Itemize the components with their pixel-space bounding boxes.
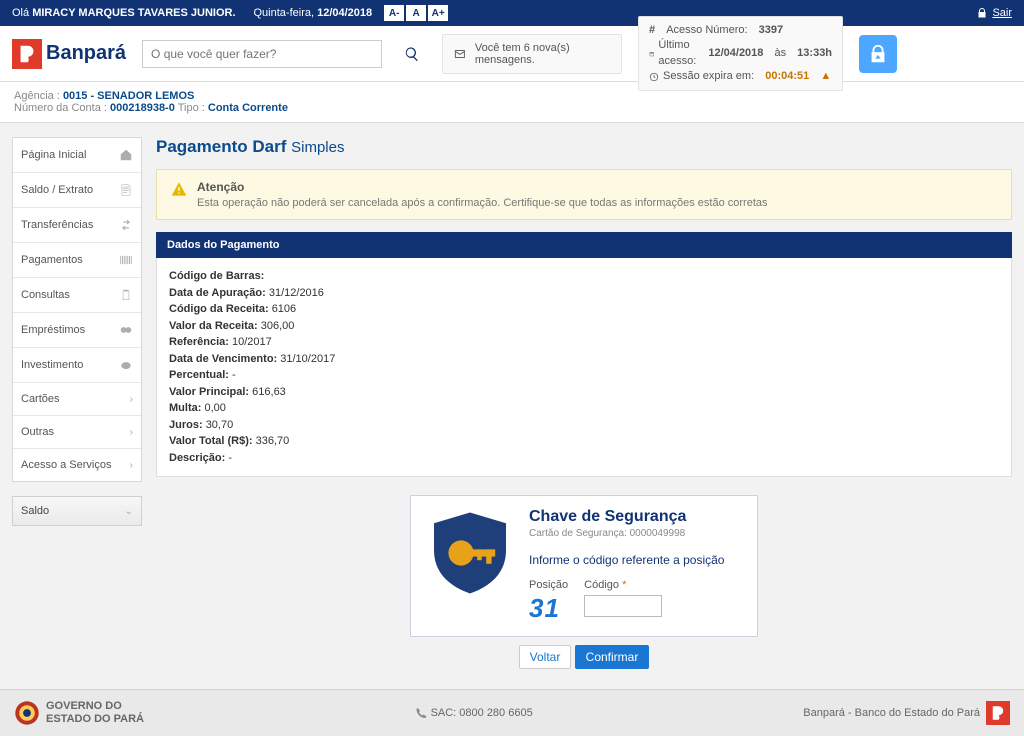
messages-text: Você tem 6 nova(s) mensagens. [475, 42, 611, 66]
session-countdown: 00:04:51 [765, 69, 809, 84]
search-button[interactable] [398, 40, 426, 68]
menu-queries[interactable]: Consultas [13, 278, 141, 313]
envelope-icon [453, 48, 467, 60]
menu-balance[interactable]: Saldo / Extrato [13, 173, 141, 208]
menu-services[interactable]: Acesso a Serviços› [13, 449, 141, 481]
search-input[interactable] [143, 47, 381, 61]
sidebar: Página Inicial Saldo / Extrato Transferê… [12, 137, 142, 526]
agency-value: 0015 - SENADOR LEMOS [63, 90, 194, 102]
topbar: Olá MIRACY MARQUES TAVARES JUNIOR. Quint… [0, 0, 1024, 26]
saldo-widget[interactable]: Saldo ⌄ [12, 496, 142, 526]
sac-phone: SAC: 0800 280 6605 [415, 707, 533, 719]
position-number: 31 [529, 593, 568, 624]
menu-other[interactable]: Outras› [13, 416, 141, 449]
chevron-right-icon: › [130, 394, 133, 405]
main-menu: Página Inicial Saldo / Extrato Transferê… [12, 137, 142, 482]
font-larger-button[interactable]: A+ [428, 5, 448, 21]
chevron-down-icon: ⌄ [125, 506, 133, 517]
security-key-card: Chave de Segurança Cartão de Segurança: … [410, 495, 758, 637]
security-prompt: Informe o código referente a posição [529, 553, 743, 567]
payment-panel-body: Código de Barras: Data de Apuração: 31/1… [156, 258, 1012, 477]
chevron-right-icon: › [130, 427, 133, 438]
state-seal-icon [14, 700, 40, 726]
footer: GOVERNO DO ESTADO DO PARÁ SAC: 0800 280 … [0, 689, 1024, 736]
menu-investment[interactable]: Investimento [13, 348, 141, 383]
code-label: Código [584, 579, 619, 591]
chevron-right-icon: › [130, 460, 133, 471]
logo[interactable]: Banpará [12, 39, 126, 69]
phone-icon [415, 707, 427, 719]
barcode-icon [119, 253, 133, 267]
menu-transfers[interactable]: Transferências [13, 208, 141, 243]
brand-text: Banpará [46, 42, 126, 65]
clock-icon [649, 72, 659, 82]
search-box[interactable] [142, 40, 382, 68]
document-icon [119, 183, 133, 197]
main-area: Página Inicial Saldo / Extrato Transferê… [0, 123, 1024, 689]
topbar-right: Sair [976, 7, 1012, 19]
warning-alert: Atenção Esta operação não poderá ser can… [156, 169, 1012, 220]
user-name: MIRACY MARQUES TAVARES JUNIOR. [32, 7, 235, 19]
session-info: # Acesso Número: 3397 Último acesso: 12/… [638, 16, 843, 92]
logout-link[interactable]: Sair [992, 7, 1012, 19]
piggy-icon [119, 358, 133, 372]
header: Banpará Você tem 6 nova(s) mensagens. # … [0, 26, 1024, 82]
position-label: Posição [529, 579, 568, 591]
transfer-icon [119, 218, 133, 232]
account-info-bar: Agência : 0015 - SENADOR LEMOS Número da… [0, 82, 1024, 123]
lock-icon [976, 7, 988, 19]
content: Pagamento Darf Simples Atenção Esta oper… [156, 137, 1012, 669]
menu-payments[interactable]: Pagamentos [13, 243, 141, 278]
account-type: Conta Corrente [208, 102, 288, 114]
shield-key-icon [425, 508, 515, 598]
money-icon [119, 323, 133, 337]
warning-icon: ▲ [820, 69, 831, 84]
security-code-input[interactable] [584, 595, 662, 617]
menu-home[interactable]: Página Inicial [13, 138, 141, 173]
alert-message: Esta operação não poderá ser cancelada a… [197, 197, 768, 209]
page-title: Pagamento Darf Simples [156, 137, 1012, 157]
alert-title: Atenção [197, 180, 768, 194]
menu-cards[interactable]: Cartões› [13, 383, 141, 416]
font-smaller-button[interactable]: A- [384, 5, 404, 21]
action-buttons: Voltar Confirmar [156, 645, 1012, 669]
payment-panel-header: Dados do Pagamento [156, 232, 1012, 258]
clipboard-icon [119, 288, 133, 302]
required-asterisk: * [622, 579, 626, 591]
font-normal-button[interactable]: A [406, 5, 426, 21]
calendar-icon [649, 49, 654, 59]
menu-loans[interactable]: Empréstimos [13, 313, 141, 348]
messages-box[interactable]: Você tem 6 nova(s) mensagens. [442, 34, 622, 74]
confirm-button[interactable]: Confirmar [575, 645, 650, 669]
back-button[interactable]: Voltar [519, 645, 572, 669]
security-card-number: Cartão de Segurança: 0000049998 [529, 528, 743, 539]
gov-branding: GOVERNO DO ESTADO DO PARÁ [14, 700, 144, 726]
security-lock-button[interactable] [859, 35, 897, 73]
account-number: 000218938-0 [110, 102, 175, 114]
security-title: Chave de Segurança [529, 508, 743, 526]
logo-mark-icon [12, 39, 42, 69]
alert-icon [171, 181, 187, 197]
home-icon [119, 148, 133, 162]
font-size-controls: A- A A+ [384, 5, 448, 21]
